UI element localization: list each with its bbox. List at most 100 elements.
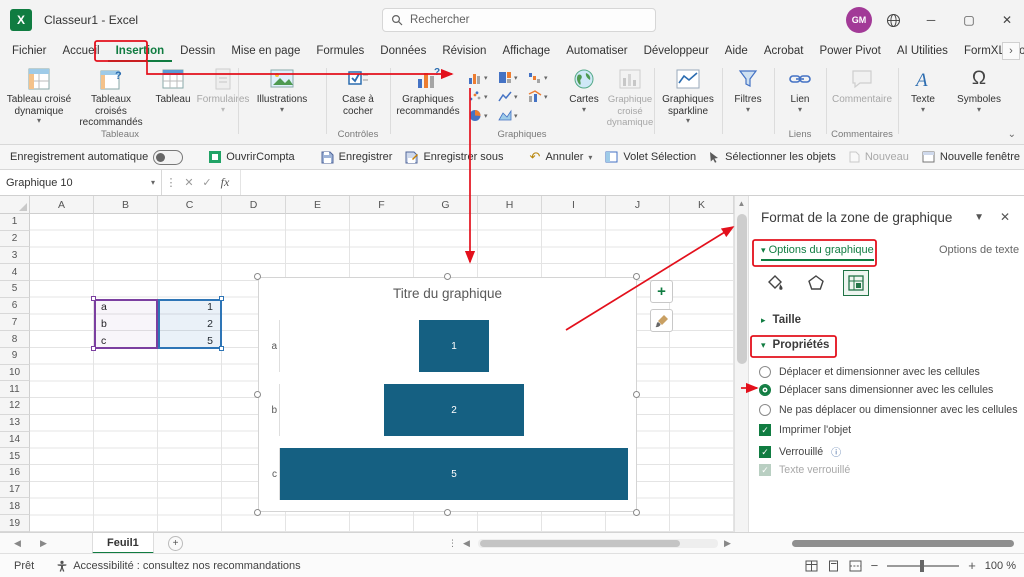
scatter-chart-type-button[interactable]: ▾ bbox=[468, 87, 498, 106]
comment-button[interactable]: Commentaire bbox=[831, 66, 893, 106]
checkbox-control-button[interactable]: Case à cocher bbox=[331, 66, 385, 117]
table-button[interactable]: Tableau bbox=[150, 66, 196, 106]
zoom-out-icon[interactable]: − bbox=[871, 558, 879, 573]
name-box[interactable]: Graphique 10 ▾ bbox=[0, 170, 162, 195]
tab-ai-utilities[interactable]: AI Utilities bbox=[889, 40, 956, 62]
pane-chevron-down-icon[interactable]: ▼ bbox=[974, 212, 984, 223]
illustrations-button[interactable]: Illustrations ▾ bbox=[248, 66, 316, 114]
confirm-entry-button[interactable]: ✓ bbox=[198, 176, 216, 189]
page-break-view-icon[interactable] bbox=[849, 560, 862, 572]
range-handle[interactable] bbox=[91, 346, 96, 351]
funnel-bar[interactable]: 1 bbox=[419, 320, 489, 372]
checkbox-locked[interactable]: ✓Verrouilléⓘ bbox=[759, 444, 841, 459]
tab-accueil[interactable]: Accueil bbox=[55, 40, 108, 62]
minimize-button[interactable]: ─ bbox=[914, 0, 948, 40]
row-header[interactable]: 5 bbox=[0, 281, 30, 298]
column-header[interactable]: D bbox=[222, 196, 286, 214]
tab-donnees[interactable]: Données bbox=[372, 40, 434, 62]
row-header[interactable]: 16 bbox=[0, 465, 30, 482]
text-button[interactable]: A Texte ▾ bbox=[900, 66, 946, 114]
pivot-chart-button[interactable]: Graphique croisé dynamique bbox=[608, 66, 652, 129]
autosave-toggle[interactable]: Enregistrement automatique bbox=[10, 150, 183, 165]
row-header[interactable]: 13 bbox=[0, 415, 30, 432]
link-button[interactable]: Lien ▾ bbox=[780, 66, 820, 114]
fill-line-icon[interactable] bbox=[763, 270, 789, 296]
funnel-bar[interactable]: 5 bbox=[280, 448, 628, 500]
globe-icon[interactable] bbox=[876, 0, 910, 40]
surface-chart-type-button[interactable]: ▾ bbox=[498, 106, 528, 125]
zoom-level[interactable]: 100 % bbox=[985, 560, 1016, 572]
tab-aide[interactable]: Aide bbox=[717, 40, 756, 62]
checkbox-text-locked[interactable]: ✓Texte verrouillé bbox=[759, 464, 850, 476]
maps-button[interactable]: Cartes ▾ bbox=[562, 66, 606, 114]
radio-dont-move-or-size[interactable]: Ne pas déplacer ou dimensionner avec les… bbox=[759, 404, 1018, 416]
row-header[interactable]: 14 bbox=[0, 432, 30, 449]
values-source-range[interactable] bbox=[158, 299, 222, 349]
insert-function-button[interactable]: fx bbox=[216, 175, 234, 190]
accessibility-status[interactable]: Accessibilité : consultez nos recommanda… bbox=[56, 560, 300, 572]
formula-input[interactable] bbox=[240, 170, 1024, 195]
save-button[interactable]: Enregistrer bbox=[321, 151, 393, 164]
chart-handle-w[interactable] bbox=[254, 391, 261, 398]
tab-revision[interactable]: Révision bbox=[434, 40, 494, 62]
horizontal-scroll-thumb[interactable] bbox=[480, 540, 680, 547]
chart-styles-button[interactable] bbox=[650, 309, 673, 332]
chart-handle-nw[interactable] bbox=[254, 273, 261, 280]
row-header[interactable]: 12 bbox=[0, 398, 30, 415]
range-handle[interactable] bbox=[91, 296, 96, 301]
row-header[interactable]: 1 bbox=[0, 214, 30, 231]
select-objects-button[interactable]: Sélectionner les objets bbox=[709, 151, 836, 163]
combo-chart-type-button[interactable]: ▾ bbox=[528, 87, 558, 106]
zoom-in-icon[interactable]: + bbox=[968, 558, 976, 573]
cancel-entry-button[interactable]: ✕ bbox=[180, 176, 198, 189]
chart-title[interactable]: Titre du graphique bbox=[259, 286, 636, 301]
column-header[interactable]: A bbox=[30, 196, 94, 214]
waterfall-chart-type-button[interactable]: ▾ bbox=[528, 68, 558, 87]
pane-horizontal-scroll-thumb[interactable] bbox=[792, 540, 1014, 547]
radio-move-and-size[interactable]: Déplacer et dimensionner avec les cellul… bbox=[759, 366, 980, 378]
range-handle[interactable] bbox=[219, 346, 224, 351]
tab-insertion[interactable]: Insertion bbox=[108, 40, 173, 62]
add-sheet-button[interactable]: + bbox=[168, 536, 183, 551]
row-header[interactable]: 11 bbox=[0, 381, 30, 398]
vertical-scrollbar[interactable]: ▲ bbox=[734, 196, 748, 532]
tab-options-de-texte[interactable]: Options de texte bbox=[939, 244, 1019, 256]
effects-icon[interactable] bbox=[803, 270, 829, 296]
row-header[interactable]: 8 bbox=[0, 331, 30, 348]
chart-handle-n[interactable] bbox=[444, 273, 451, 280]
page-layout-view-icon[interactable] bbox=[827, 560, 840, 572]
row-header[interactable]: 6 bbox=[0, 298, 30, 315]
close-button[interactable]: ✕ bbox=[990, 0, 1024, 40]
tab-acrobat[interactable]: Acrobat bbox=[756, 40, 812, 62]
row-header[interactable]: 17 bbox=[0, 482, 30, 499]
category-source-range[interactable] bbox=[94, 299, 158, 349]
normal-view-icon[interactable] bbox=[805, 560, 818, 572]
zoom-slider-thumb[interactable] bbox=[920, 560, 924, 572]
sheet-next-icon[interactable]: ▶ bbox=[40, 533, 47, 554]
save-as-button[interactable]: Enregistrer sous bbox=[405, 151, 503, 164]
sheet-tab-feuil1[interactable]: Feuil1 bbox=[92, 533, 154, 554]
column-header[interactable]: C bbox=[158, 196, 222, 214]
hscroll-right-icon[interactable]: ▶ bbox=[724, 533, 731, 554]
row-header[interactable]: 9 bbox=[0, 348, 30, 365]
section-taille[interactable]: ▸Taille bbox=[761, 314, 801, 326]
tab-automatiser[interactable]: Automatiser bbox=[558, 40, 635, 62]
collapse-ribbon-icon[interactable]: ⌄ bbox=[1008, 129, 1016, 140]
hscroll-left-icon[interactable]: ◀ bbox=[463, 533, 470, 554]
tab-dessin[interactable]: Dessin bbox=[172, 40, 223, 62]
info-icon[interactable]: ⓘ bbox=[831, 444, 841, 459]
recommended-pivot-button[interactable]: ? Tableaux croisés recommandés bbox=[74, 66, 148, 129]
pane-close-icon[interactable]: ✕ bbox=[1000, 210, 1010, 224]
search-input[interactable]: Rechercher bbox=[382, 8, 656, 32]
size-properties-icon[interactable] bbox=[843, 270, 869, 296]
row-header[interactable]: 4 bbox=[0, 264, 30, 281]
column-header[interactable]: B bbox=[94, 196, 158, 214]
line-chart-type-button[interactable]: ▾ bbox=[498, 87, 528, 106]
sparklines-button[interactable]: Graphiques sparkline ▾ bbox=[656, 66, 720, 125]
pie-chart-type-button[interactable]: ▾ bbox=[468, 106, 498, 125]
tab-fichier[interactable]: Fichier bbox=[4, 40, 55, 62]
selection-pane-button[interactable]: Volet Sélection bbox=[605, 151, 696, 163]
vertical-scroll-thumb[interactable] bbox=[737, 214, 747, 364]
chart-elements-button[interactable]: + bbox=[650, 280, 673, 303]
namebox-menu-icon[interactable]: ⋮ bbox=[162, 176, 180, 189]
